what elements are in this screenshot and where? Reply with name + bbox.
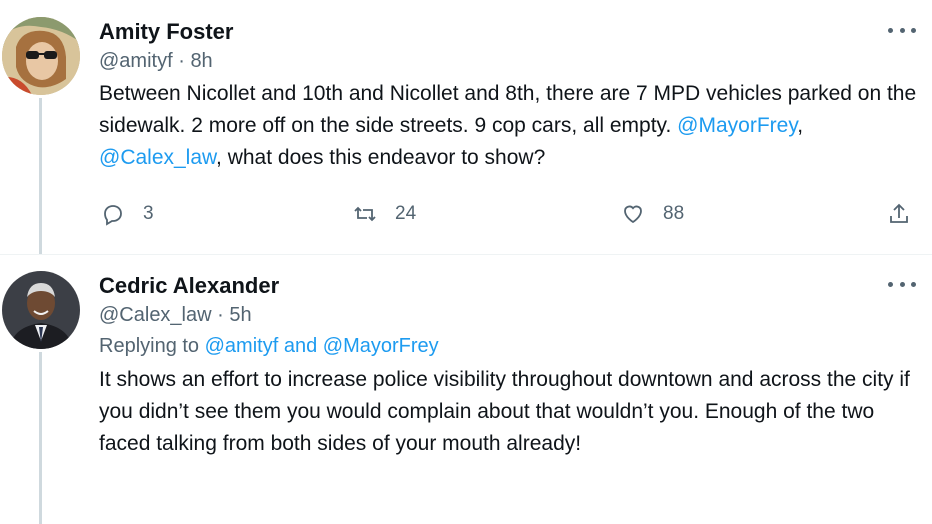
avatar-amity-image	[2, 17, 80, 95]
tweet-divider	[0, 254, 932, 255]
like-count: 88	[663, 203, 685, 224]
replying-to-and: and	[278, 335, 323, 357]
avatar[interactable]	[2, 17, 80, 95]
replying-to-user[interactable]: @amityf	[205, 335, 279, 357]
handle[interactable]: @Calex_law	[99, 304, 212, 326]
timestamp[interactable]: 5h	[229, 304, 251, 326]
tweet-meta: @Calex_law · 5h	[99, 302, 918, 328]
tweet-text-part: , what does this endeavor to show?	[216, 146, 546, 169]
reply-icon	[104, 205, 122, 226]
tweet-amity-foster[interactable]: Amity Foster @amityf · 8h Between Nicoll…	[0, 0, 932, 254]
retweet-button[interactable]: 24	[353, 202, 416, 226]
retweet-count: 24	[395, 203, 417, 224]
tweet-content: Amity Foster @amityf · 8h Between Nicoll…	[99, 18, 918, 174]
like-button[interactable]: 88	[621, 202, 684, 226]
reply-count: 3	[143, 203, 154, 224]
share-button[interactable]	[887, 202, 911, 226]
more-icon[interactable]	[888, 22, 916, 38]
avatar-cedric-image	[2, 271, 80, 349]
tweet-text-part: ,	[797, 114, 804, 137]
tweet-text: Between Nicollet and 10th and Nicollet a…	[99, 78, 918, 174]
replying-to-user[interactable]: @MayorFrey	[323, 335, 439, 357]
handle[interactable]: @amityf	[99, 50, 173, 72]
display-name[interactable]: Cedric Alexander	[99, 272, 918, 300]
display-name[interactable]: Amity Foster	[99, 18, 918, 46]
mention-mayorfrey[interactable]: @MayorFrey	[677, 114, 797, 137]
tweet-text: It shows an effort to increase police vi…	[99, 368, 910, 455]
retweet-icon	[354, 206, 376, 222]
tweet-content: Cedric Alexander @Calex_law · 5h Replyin…	[99, 272, 918, 460]
tweet-meta: @amityf · 8h	[99, 48, 918, 74]
more-icon[interactable]	[888, 276, 916, 292]
tweet-actions: 3 24 88	[99, 202, 918, 234]
tweet-cedric-alexander[interactable]: Cedric Alexander @Calex_law · 5h Replyin…	[0, 254, 932, 524]
reply-button[interactable]: 3	[101, 202, 154, 226]
replying-to: Replying to @amityf and @MayorFrey	[99, 332, 918, 360]
separator: ·	[178, 50, 191, 72]
separator: ·	[217, 304, 230, 326]
thread-line	[39, 352, 42, 524]
share-icon	[890, 203, 908, 223]
replying-to-label: Replying to	[99, 335, 205, 357]
avatar[interactable]	[2, 271, 80, 349]
timestamp[interactable]: 8h	[190, 50, 212, 72]
like-icon	[624, 205, 642, 224]
mention-calex-law[interactable]: @Calex_law	[99, 146, 216, 169]
thread-line	[39, 98, 42, 254]
